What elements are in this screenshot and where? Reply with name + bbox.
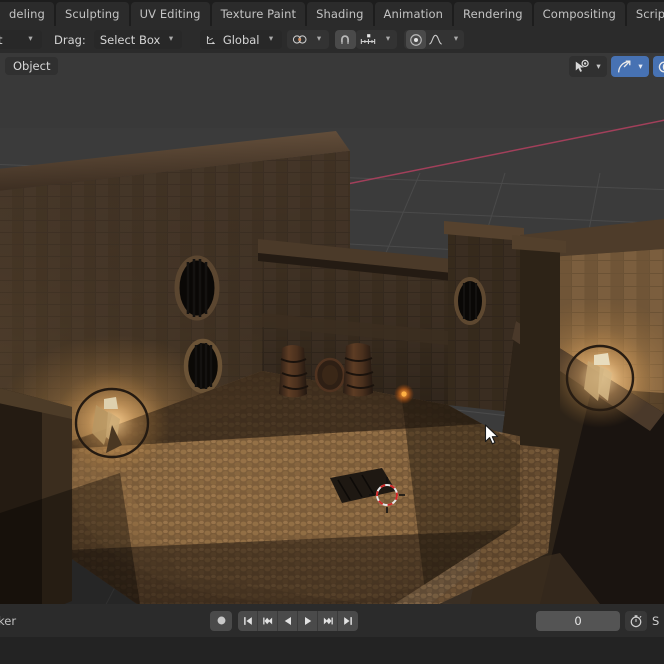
- show-gizmo-dropdown[interactable]: ▾: [611, 56, 649, 77]
- scene-ember-light: [394, 384, 414, 404]
- play-button[interactable]: [298, 610, 318, 631]
- pivot-point-icon: [291, 30, 308, 49]
- drag-label: Drag:: [54, 32, 86, 47]
- chevron-down-icon: ▾: [28, 34, 33, 45]
- jump-end-icon: [342, 615, 354, 627]
- record-keyframe-icon: [216, 615, 227, 626]
- tab-rendering[interactable]: Rendering: [454, 2, 532, 26]
- stopwatch-icon: [629, 614, 643, 628]
- start-frame-label: S: [652, 613, 660, 628]
- jump-to-end-button[interactable]: [338, 611, 358, 631]
- tab-sculpting[interactable]: Sculpting: [55, 2, 129, 26]
- window-right-rear: [454, 277, 486, 325]
- tab-label: Animation: [383, 7, 444, 21]
- show-overlays-dropdown[interactable]: [653, 56, 664, 77]
- mode-value: t: [0, 32, 3, 47]
- orientation-value: Global: [222, 32, 260, 47]
- chevron-down-icon: ▾: [168, 34, 174, 45]
- transform-orientation-dropdown[interactable]: Global ▾: [199, 30, 282, 49]
- object-visibility-dropdown[interactable]: ▾: [569, 56, 607, 77]
- auto-key-toggle[interactable]: [625, 610, 647, 631]
- viewport-mode-pill[interactable]: Object: [5, 57, 59, 75]
- next-keyframe-icon: [321, 615, 335, 627]
- tab-texture-paint[interactable]: Texture Paint: [211, 2, 306, 26]
- pivot-point-dropdown[interactable]: ▾: [286, 30, 329, 49]
- viewport-tool-header: t ▾ Drag: Select Box ▾ Global ▾ ▾ ▾ ▾: [0, 26, 664, 53]
- play-icon: [302, 615, 314, 627]
- workspace-tabs-bar: deling Sculpting UV Editing Texture Pain…: [0, 0, 664, 26]
- proportional-editing-group[interactable]: ▾: [403, 30, 464, 49]
- drag-tool-value: Select Box: [99, 32, 161, 47]
- frame-controls: 0 S: [536, 610, 660, 631]
- editor-type-label: ker: [0, 613, 17, 628]
- proportional-editing-icon: [409, 33, 423, 47]
- tab-label: Texture Paint: [220, 7, 297, 21]
- viewport-overlay-controls: ▾ ▾: [569, 56, 664, 77]
- tab-compositing[interactable]: Compositing: [533, 2, 625, 26]
- jump-start-icon: [242, 615, 254, 627]
- show-gizmo-icon[interactable]: [613, 56, 634, 77]
- next-keyframe-button[interactable]: [318, 610, 338, 631]
- jump-to-start-button[interactable]: [238, 610, 258, 631]
- show-overlays-icon[interactable]: [655, 56, 664, 77]
- tab-label: deling: [9, 7, 45, 21]
- timeline-editor-header: ker 0 S: [0, 604, 664, 637]
- snap-magnet-icon: [338, 33, 352, 47]
- current-frame-value: 0: [574, 613, 582, 628]
- tab-label: Scripting: [635, 7, 664, 21]
- auto-keyframe-button[interactable]: [210, 610, 232, 631]
- current-frame-field[interactable]: 0: [536, 610, 620, 631]
- 3d-viewport[interactable]: [0, 53, 664, 604]
- chevron-down-icon: ▾: [385, 34, 391, 45]
- play-reverse-button[interactable]: [278, 610, 298, 631]
- snap-magnet-toggle[interactable]: [334, 30, 356, 49]
- proportional-editing-toggle[interactable]: [405, 30, 426, 49]
- tab-shading[interactable]: Shading: [307, 2, 373, 26]
- wall-torch-right: [546, 328, 654, 428]
- transform-orientation-icon: [204, 30, 220, 49]
- tab-label: Compositing: [542, 7, 616, 21]
- drag-tool-dropdown[interactable]: Select Box ▾: [93, 30, 182, 49]
- blender-window: deling Sculpting UV Editing Texture Pain…: [0, 0, 664, 664]
- tab-label: Rendering: [463, 7, 523, 21]
- prev-keyframe-button[interactable]: [258, 610, 278, 631]
- chevron-down-icon: ▾: [453, 34, 459, 45]
- chevron-down-icon[interactable]: ▾: [592, 62, 605, 72]
- tab-modeling[interactable]: deling: [0, 2, 54, 26]
- play-reverse-icon: [282, 615, 294, 627]
- dungeon-pillar-right: [512, 235, 566, 449]
- proportional-falloff-icon[interactable]: [426, 30, 445, 49]
- tab-scripting[interactable]: Scripting: [626, 2, 664, 26]
- interaction-mode-dropdown[interactable]: t ▾: [0, 30, 42, 49]
- tab-label: UV Editing: [139, 7, 201, 21]
- tab-label: Sculpting: [64, 7, 120, 21]
- mode-pill-label: Object: [13, 59, 51, 73]
- chevron-down-icon[interactable]: ▾: [634, 62, 647, 72]
- tab-uv-editing[interactable]: UV Editing: [130, 2, 210, 26]
- snap-target-dropdown[interactable]: ▾: [355, 30, 397, 49]
- viewport-canvas: [0, 53, 664, 604]
- snap-increment-icon: [359, 30, 377, 49]
- playback-controls: [210, 610, 358, 631]
- window-upper-left: [174, 255, 220, 321]
- tab-label: Shading: [316, 7, 364, 21]
- status-bar: [0, 637, 664, 664]
- transport-buttons: [238, 610, 358, 631]
- chevron-down-icon: ▾: [316, 34, 322, 45]
- tab-animation[interactable]: Animation: [374, 2, 453, 26]
- prev-keyframe-icon: [261, 615, 275, 627]
- chevron-down-icon: ▾: [268, 34, 274, 45]
- object-visibility-icon[interactable]: [571, 56, 592, 77]
